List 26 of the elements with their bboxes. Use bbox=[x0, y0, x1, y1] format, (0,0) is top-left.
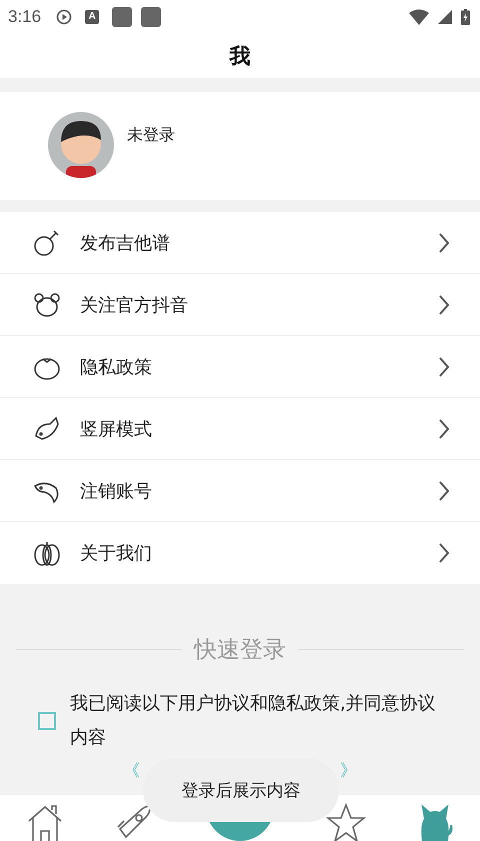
menu-item[interactable]: 关注官方抖音 bbox=[0, 274, 480, 336]
battery-icon bbox=[461, 9, 470, 25]
menu-item[interactable]: 竖屏模式 bbox=[0, 398, 480, 460]
chevron-icon bbox=[438, 232, 450, 254]
wifi-icon bbox=[409, 9, 429, 25]
login-status[interactable]: 未登录 bbox=[127, 125, 175, 146]
signal-icon bbox=[438, 10, 452, 24]
chevron-icon bbox=[438, 294, 450, 316]
menu-item[interactable]: 发布吉他谱 bbox=[0, 212, 480, 274]
agreement-text: 我已阅读以下用户协议和隐私政策,并同意协议内容 bbox=[70, 692, 437, 750]
menu-item[interactable]: 关于我们 bbox=[0, 522, 480, 584]
chevron-icon bbox=[438, 480, 450, 502]
chevron-icon bbox=[438, 418, 450, 440]
agree-checkbox[interactable] bbox=[38, 712, 56, 730]
app-icon bbox=[141, 7, 162, 27]
quick-login-heading: 快速登录 bbox=[194, 636, 286, 665]
app-icon bbox=[112, 7, 132, 27]
chevron-icon bbox=[438, 542, 450, 564]
status-time: 3:16 bbox=[8, 7, 42, 27]
menu-item[interactable]: 注销账号 bbox=[0, 460, 480, 522]
play-icon bbox=[56, 9, 72, 25]
notification-badge: A bbox=[85, 10, 100, 24]
star-icon[interactable] bbox=[326, 801, 366, 841]
page-title: 我 bbox=[230, 43, 250, 70]
chevron-icon bbox=[438, 356, 450, 378]
menu-item[interactable]: 隐私政策 bbox=[0, 336, 480, 398]
